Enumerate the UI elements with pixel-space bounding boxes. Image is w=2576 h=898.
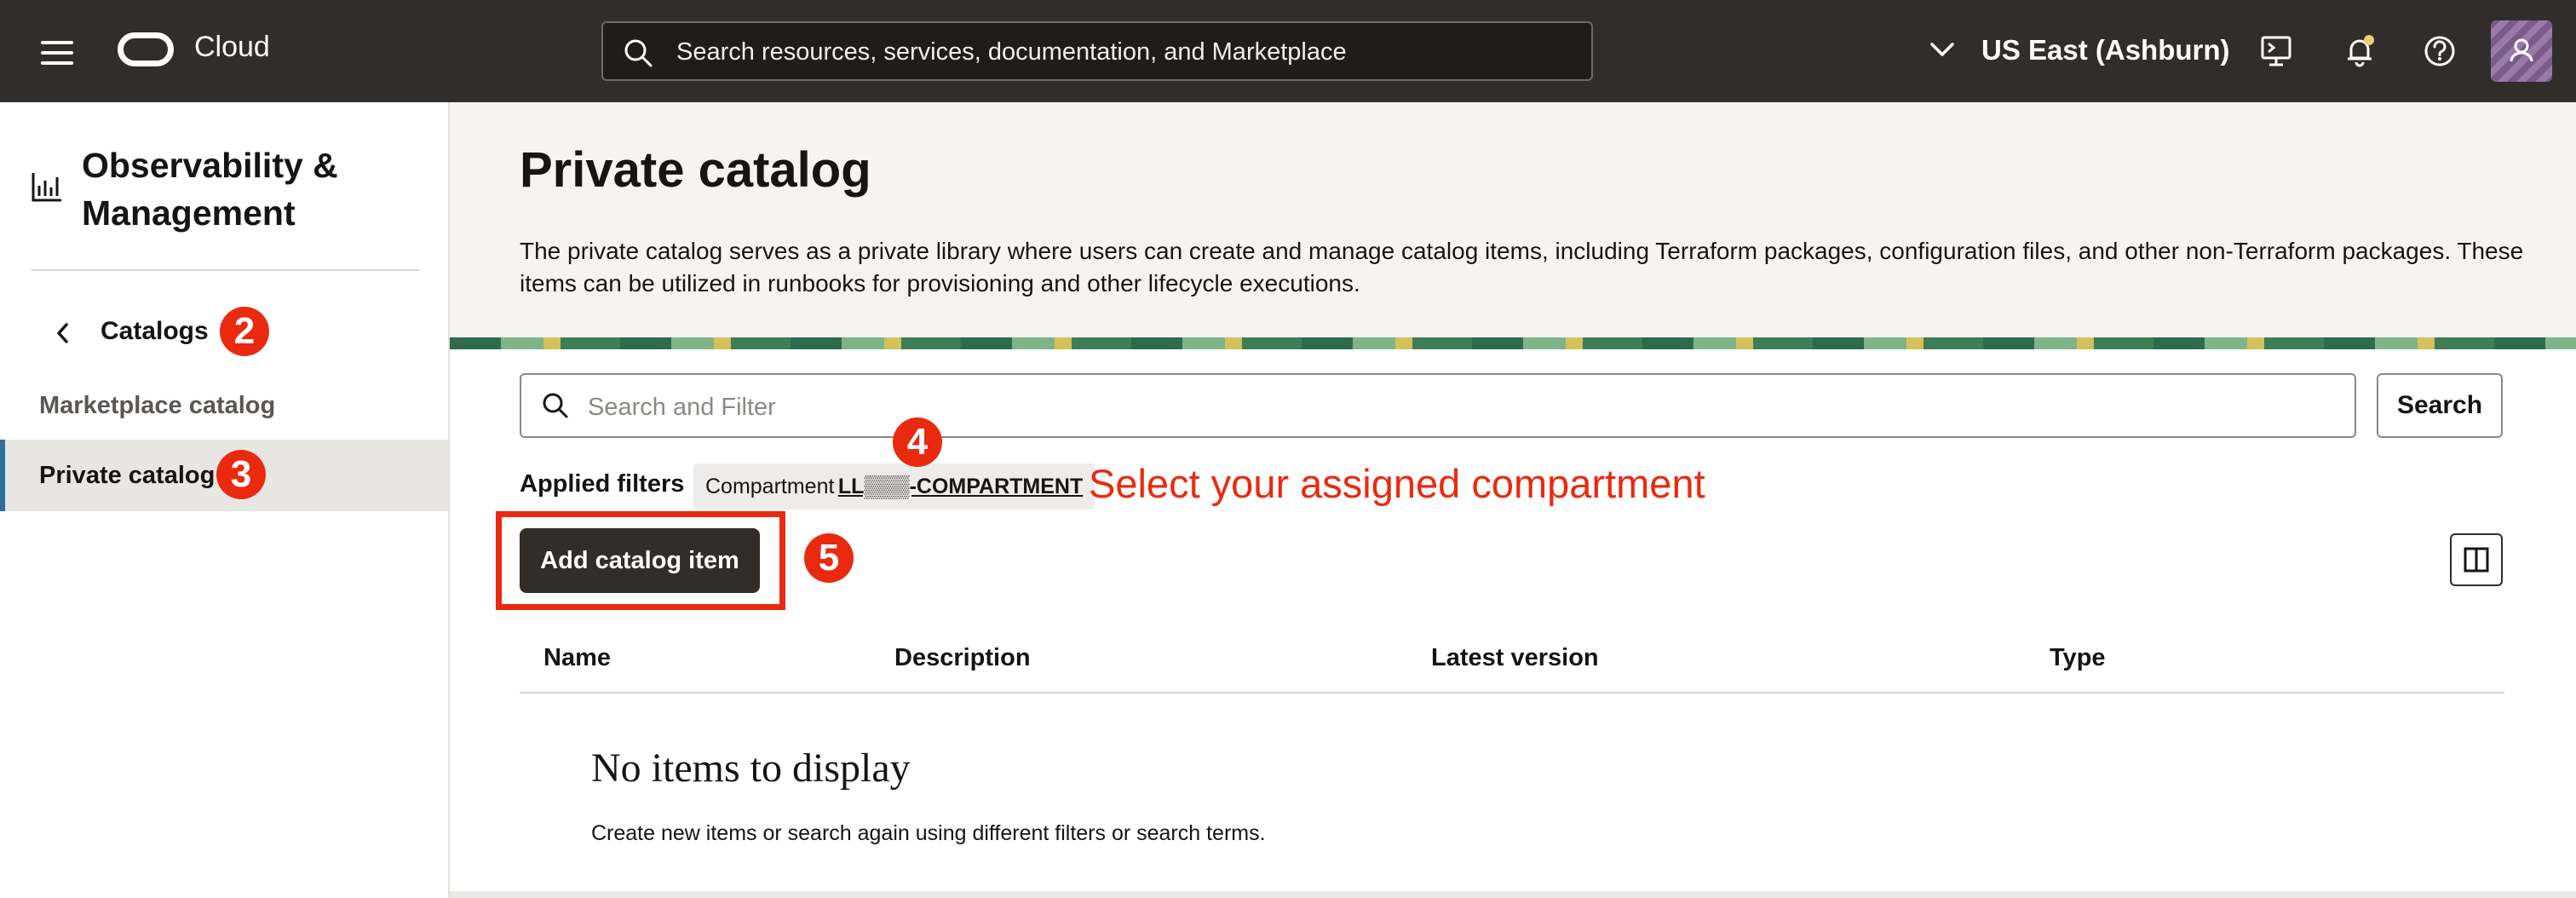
service-title: Observability & Management <box>82 146 338 233</box>
step-badge-4: 4 <box>893 417 942 467</box>
add-catalog-item-button[interactable]: Add catalog item <box>520 528 760 593</box>
bottom-rule <box>450 891 2576 898</box>
user-profile-icon <box>2510 38 2533 62</box>
cloud-shell-icon[interactable] <box>2257 32 2295 70</box>
column-header-description[interactable]: Description <box>894 644 1031 672</box>
page-description: The private catalog serves as a private … <box>520 238 2524 296</box>
chevron-down-icon <box>1929 36 1956 67</box>
applied-filters-label: Applied filters <box>520 470 685 498</box>
empty-state-description: Create new items or search again using d… <box>591 821 1266 845</box>
page-title: Private catalog <box>520 142 871 198</box>
page-header-band <box>450 102 2576 339</box>
compartment-filter-chip[interactable]: Compartment LL▒▒▒-COMPARTMENT <box>693 463 1095 509</box>
column-header-type[interactable]: Type <box>2050 644 2106 672</box>
sidebar-item-label: Private catalog <box>39 462 216 489</box>
columns-icon <box>2464 547 2489 573</box>
filter-chip-value[interactable]: LL▒▒▒-COMPARTMENT <box>838 475 1083 498</box>
search-icon <box>542 392 569 423</box>
step-badge-3: 3 <box>216 450 266 499</box>
column-toggle-button[interactable] <box>2450 533 2503 586</box>
global-search-input[interactable]: Search resources, services, documentatio… <box>601 21 1593 81</box>
region-label: US East (Ashburn) <box>1981 34 2230 66</box>
user-avatar[interactable] <box>2491 20 2552 82</box>
table-header-divider <box>520 692 2504 694</box>
chevron-left-icon[interactable] <box>53 320 73 350</box>
search-button[interactable]: Search <box>2377 373 2503 438</box>
sidebar-divider <box>31 269 419 271</box>
observability-chart-icon <box>31 170 63 207</box>
sidebar: Observability & Management Catalogs 2 Ma… <box>0 102 450 898</box>
column-header-name[interactable]: Name <box>543 644 611 672</box>
global-search-placeholder: Search resources, services, documentatio… <box>676 38 1347 66</box>
top-navigation-bar: Cloud Search resources, services, docume… <box>0 0 2576 102</box>
column-header-latest-version[interactable]: Latest version <box>1431 644 1599 672</box>
help-icon[interactable] <box>2421 32 2458 70</box>
notifications-bell-icon[interactable] <box>2341 32 2378 70</box>
decorative-banner <box>450 337 2576 349</box>
catalogs-back-link[interactable]: Catalogs <box>101 317 209 346</box>
compartment-annotation: Select your assigned compartment <box>1089 461 1705 506</box>
sidebar-item-private-catalog[interactable]: Private catalog 3 <box>0 440 448 511</box>
sidebar-item-marketplace-catalog[interactable]: Marketplace catalog <box>0 370 448 441</box>
empty-state-title: No items to display <box>591 745 911 791</box>
filter-chip-key: Compartment <box>705 475 835 498</box>
search-icon <box>624 38 653 72</box>
step-badge-5: 5 <box>804 533 854 583</box>
search-and-filter-input[interactable]: Search and Filter <box>520 373 2356 438</box>
step-badge-2: 2 <box>220 307 269 356</box>
sidebar-item-label: Marketplace catalog <box>39 392 276 419</box>
brand-label[interactable]: Cloud <box>194 31 270 64</box>
oracle-logo[interactable] <box>118 32 174 66</box>
hamburger-menu-icon[interactable] <box>41 41 73 65</box>
search-and-filter-placeholder: Search and Filter <box>588 394 776 421</box>
